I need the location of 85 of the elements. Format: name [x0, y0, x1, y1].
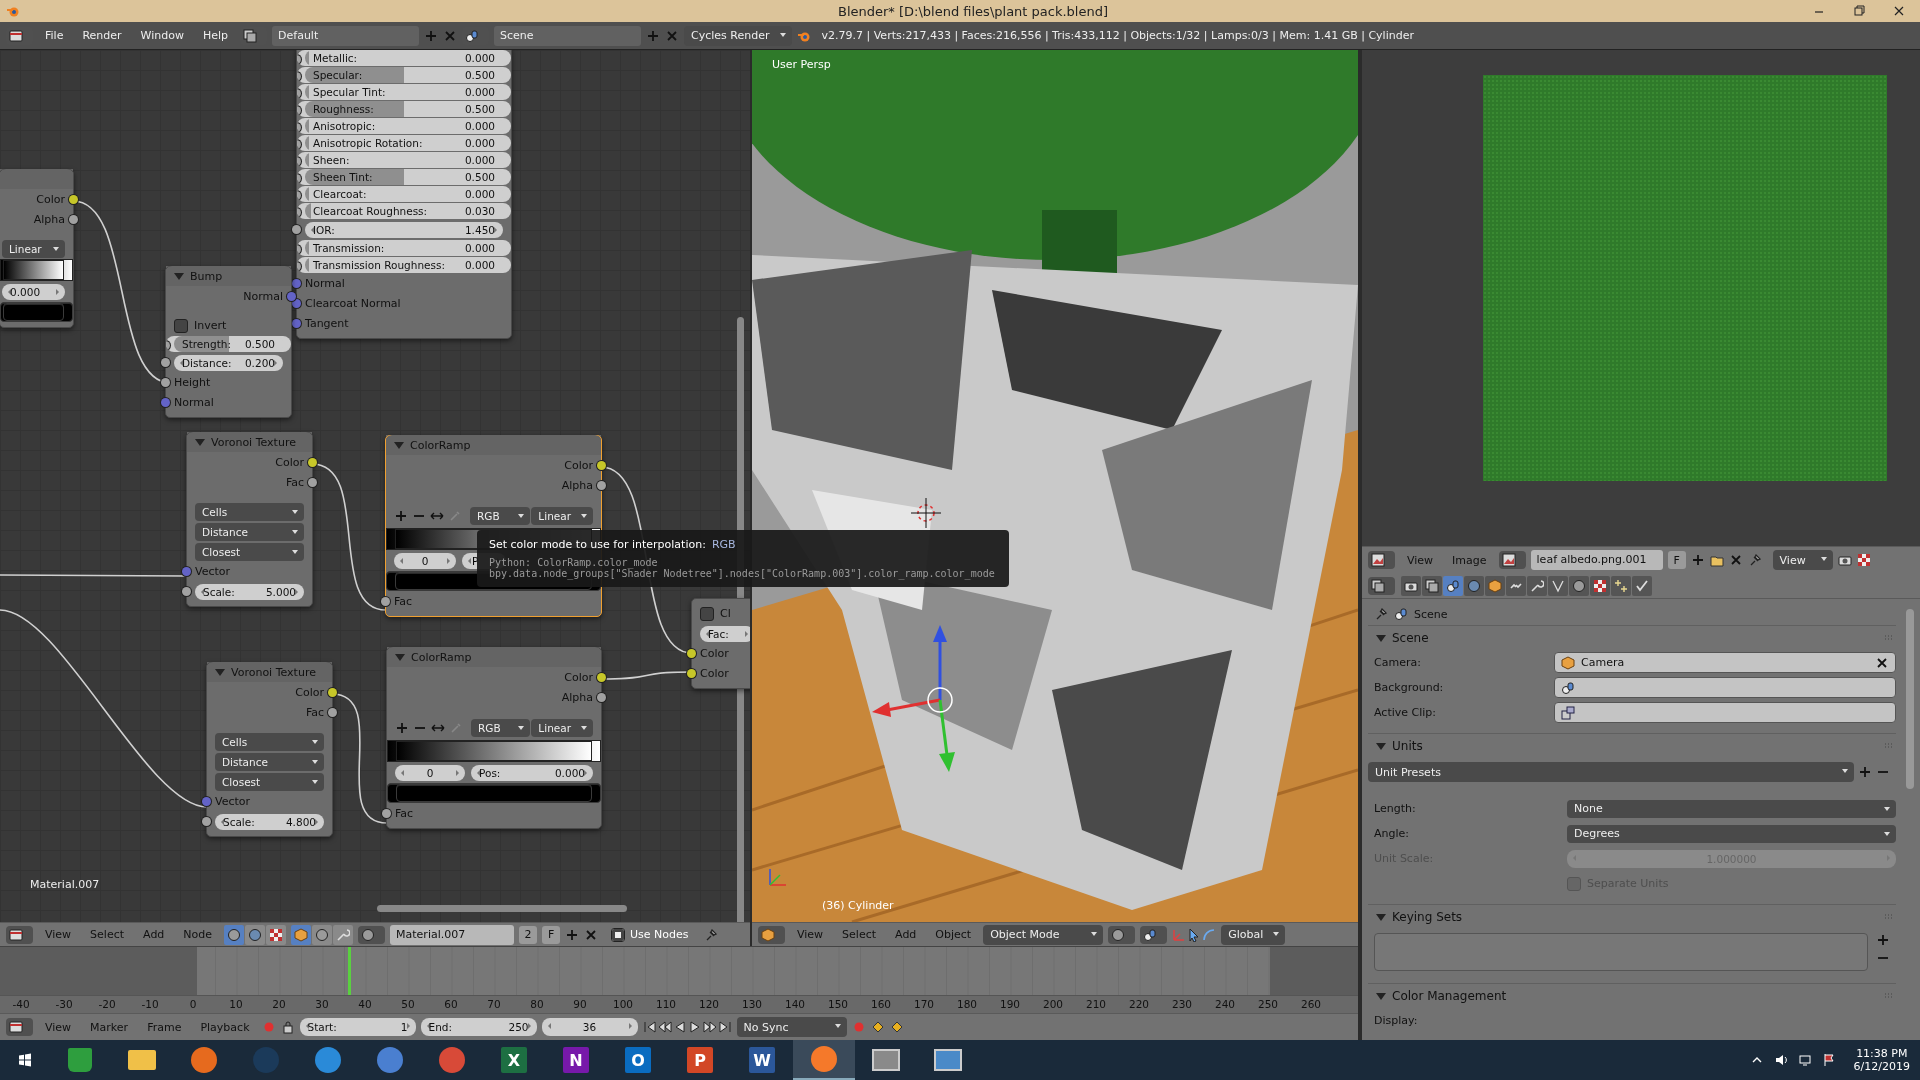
frame-number: 160 [871, 998, 891, 1010]
socket-label: Color [700, 667, 729, 680]
frame-number: 80 [530, 998, 544, 1010]
socket-label: Clearcoat Normal [305, 297, 401, 310]
object-label: (36) Cylinder [822, 899, 894, 912]
frame-number: 50 [401, 998, 415, 1010]
socket-label: Color [564, 459, 593, 472]
frame-number: -30 [55, 998, 73, 1010]
frame-number: 10 [229, 998, 243, 1010]
frame-number: -10 [141, 998, 159, 1010]
frame-number: 220 [1129, 998, 1149, 1010]
frame-number: 40 [358, 998, 372, 1010]
clock-time: 11:38 PM [1856, 1047, 1908, 1060]
field-label: Length: [1374, 802, 1417, 815]
frame-number: 210 [1086, 998, 1106, 1010]
socket-label: Color [295, 686, 324, 699]
socket-label: Vector [195, 565, 231, 578]
clock-date: 6/12/2019 [1853, 1060, 1910, 1073]
socket-label: Alpha [33, 213, 65, 226]
app-logo: N [563, 1047, 589, 1073]
node-title: Voronoi Texture [211, 435, 296, 449]
field-label: Camera: [1374, 656, 1422, 669]
socket-label: Color [700, 647, 729, 660]
frame-number: 230 [1172, 998, 1192, 1010]
context-label: Scene [1414, 607, 1448, 621]
node-title: ColorRamp [411, 650, 472, 664]
panel-title: Keying Sets [1392, 910, 1463, 924]
app-logo: W [749, 1047, 775, 1073]
frame-number: 190 [1000, 998, 1020, 1010]
frame-number: 60 [444, 998, 458, 1010]
frame-number: 20 [272, 998, 286, 1010]
frame-number: 200 [1043, 998, 1063, 1010]
frame-number: 240 [1215, 998, 1235, 1010]
frame-number: 180 [957, 998, 977, 1010]
frame-number: 30 [315, 998, 329, 1010]
socket-label: Fac [394, 595, 413, 608]
frame-number: 100 [613, 998, 633, 1010]
field-label: Display: [1374, 1014, 1419, 1027]
panel-title: Units [1392, 739, 1423, 753]
field-label: Active Clip: [1374, 706, 1437, 719]
frame-number: 250 [1258, 998, 1278, 1010]
node-title: Bump [190, 269, 223, 283]
material-label: Material.007 [30, 878, 100, 891]
frame-number: 90 [573, 998, 587, 1010]
frame-number: 120 [699, 998, 719, 1010]
panel-title: Scene [1392, 631, 1429, 645]
tooltip-value: RGB [711, 538, 736, 551]
socket-label: Fac [305, 706, 324, 719]
socket-label: Normal [305, 277, 345, 290]
frame-number: 130 [742, 998, 762, 1010]
node-title: Voronoi Texture [231, 665, 316, 679]
socket-label: Fac [395, 807, 414, 820]
socket-label: Color [275, 456, 304, 469]
frame-number: 70 [487, 998, 501, 1010]
app-logo: P [687, 1047, 713, 1073]
field-label: Angle: [1374, 827, 1410, 840]
frame-number: 260 [1301, 998, 1321, 1010]
node-title: ColorRamp [410, 438, 471, 452]
frame-number: 0 [189, 998, 197, 1010]
frame-number: 140 [785, 998, 805, 1010]
app-logo: O [625, 1047, 651, 1073]
checkbox-label: Use Nodes [630, 928, 689, 941]
socket-label: Normal [174, 396, 214, 409]
socket-label: Alpha [561, 691, 593, 704]
field-label: Background: [1374, 681, 1445, 694]
window-title: Blender* [D:\blend files\plant pack.blend] [838, 3, 1109, 19]
frame-number: 150 [828, 998, 848, 1010]
socket-label: Color [564, 671, 593, 684]
frame-number: -20 [98, 998, 116, 1010]
socket-label: Fac [285, 476, 304, 489]
socket-label: Vector [215, 795, 251, 808]
socket-label: Color [36, 193, 65, 206]
app-logo: X [501, 1047, 527, 1073]
socket-label: Height [174, 376, 211, 389]
socket-label: Alpha [561, 479, 593, 492]
view-label: User Persp [772, 58, 831, 71]
frame-number: 170 [914, 998, 934, 1010]
checkbox-label: Invert [194, 319, 227, 332]
socket-label: Normal [243, 290, 283, 303]
frame-number: 110 [656, 998, 676, 1010]
socket-label: Tangent [305, 317, 349, 330]
frame-number: -40 [12, 998, 30, 1010]
scene-stats: v2.79.7 | Verts:217,433 | Faces:216,556 | Tris:433,112 | Objects:1/32 | Lamps:0/3 | Mem: 1.41 GB | Cylinder [821, 29, 1414, 42]
panel-title: Color Management [1392, 989, 1507, 1003]
checkbox-label: Cl [720, 607, 731, 620]
